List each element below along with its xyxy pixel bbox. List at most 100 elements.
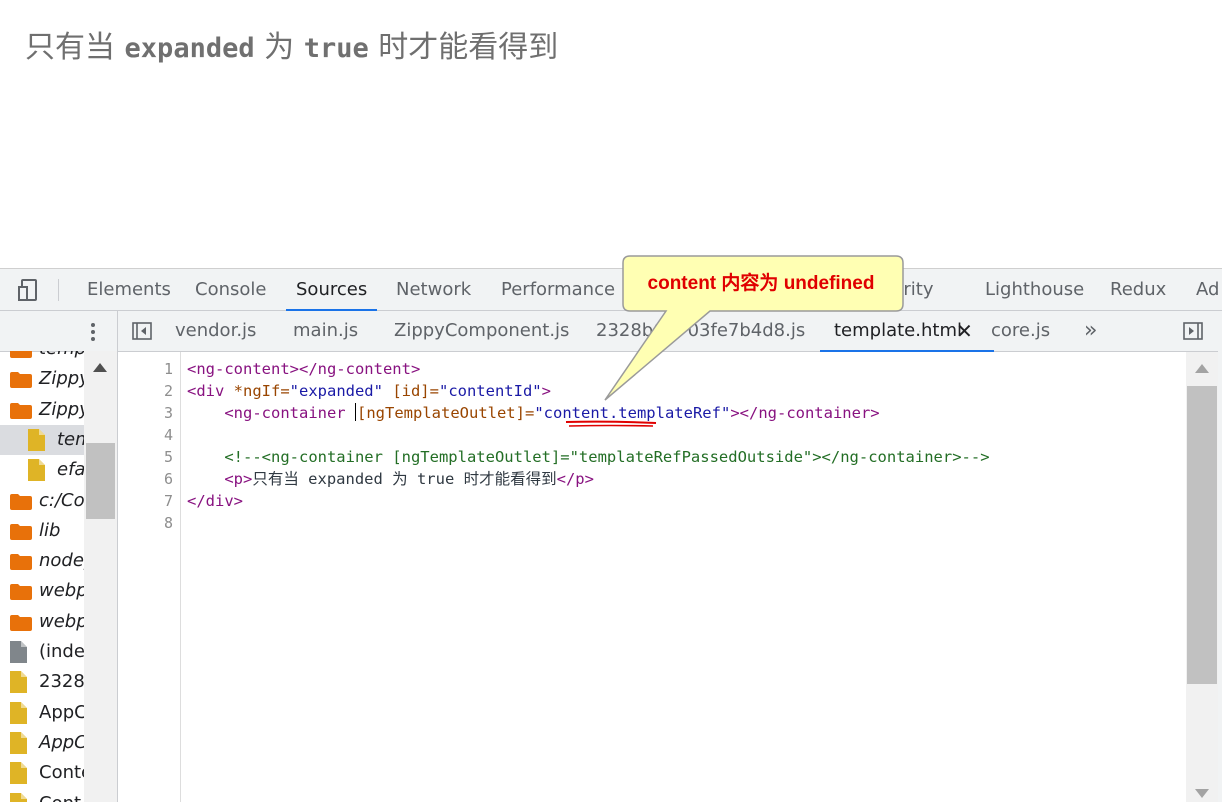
nav-item-label: AppC [39, 732, 84, 753]
nav-tree-item[interactable]: webp [0, 607, 84, 637]
nav-tree-item[interactable]: Zippy [0, 395, 84, 425]
text-cursor [355, 403, 356, 421]
file-tab-vendor[interactable]: vendor.js [175, 311, 256, 351]
line-number[interactable]: 8 [164, 512, 173, 534]
devtools-panel: Elements Console Sources Network Perform… [0, 268, 1222, 802]
folder-icon [10, 584, 32, 600]
folder-icon [10, 403, 32, 419]
nav-item-label: Cont [39, 789, 81, 802]
folder-icon [10, 494, 32, 510]
nav-tree-item[interactable]: Cont [0, 789, 84, 802]
file-tab-template[interactable]: template.html [820, 311, 994, 352]
folder-icon [10, 351, 32, 358]
panel-edge [1218, 311, 1222, 802]
toggle-navigator-icon[interactable] [132, 322, 152, 340]
scroll-down-arrow-icon[interactable] [1195, 789, 1209, 798]
nav-tree-item[interactable]: tem [0, 425, 84, 455]
file-icon [10, 702, 27, 724]
nav-item-label: temp [39, 351, 84, 364]
nav-tree-item[interactable]: c:/Coc [0, 486, 84, 516]
nav-item-label: lib [39, 520, 61, 541]
more-options-icon[interactable] [88, 321, 98, 343]
line-number[interactable]: 7 [164, 490, 173, 512]
file-icon [28, 459, 45, 481]
file-tab-bundle[interactable]: 2328b02··03fe7b4d8.js [596, 311, 805, 351]
code-line-3: <ng-container [ngTemplateOutlet]="conten… [224, 403, 880, 422]
line-number-gutter: 1 2 3 4 5 6 7 8 [118, 352, 181, 802]
file-tab-core[interactable]: core.js [991, 311, 1050, 351]
file-icon [10, 671, 27, 693]
close-tab-icon[interactable]: ✕ [956, 311, 973, 351]
tab-network[interactable]: Network [396, 269, 471, 310]
tab-adblock[interactable]: Ad [1196, 269, 1219, 310]
scroll-up-arrow-icon[interactable] [1195, 364, 1209, 373]
nav-item-label: Conte [39, 762, 84, 783]
line-number[interactable]: 4 [164, 424, 173, 446]
line-number[interactable]: 6 [164, 468, 173, 490]
tab-sources[interactable]: Sources [285, 269, 378, 311]
nav-item-label: tem [57, 429, 84, 450]
file-tab-zippy[interactable]: ZippyComponent.js [394, 311, 569, 351]
nav-tree-item[interactable]: lib [0, 516, 84, 546]
nav-item-label: webp [39, 580, 84, 601]
nav-item-label: Zippy [39, 368, 84, 389]
nav-item-label: webp [39, 611, 84, 632]
tab-lighthouse[interactable]: Lighthouse [985, 269, 1084, 310]
folder-icon [10, 524, 32, 540]
scrollbar-thumb[interactable] [86, 443, 115, 519]
toggle-debugger-icon[interactable] [1183, 322, 1203, 340]
devtools-main-tabbar: Elements Console Sources Network Perform… [0, 269, 1222, 311]
nav-tree-item[interactable]: efa [0, 455, 84, 485]
editor-tabbar: vendor.js main.js ZippyComponent.js 2328… [118, 311, 1222, 352]
code-line-6: <p>只有当 expanded 为 true 时才能看得到</p> [224, 470, 594, 488]
tab-performance[interactable]: Performance [501, 269, 615, 310]
navigator-header [0, 311, 117, 352]
code-line-2: <div *ngIf="expanded" [id]="contentId"> [187, 382, 551, 400]
line-number[interactable]: 1 [164, 358, 173, 380]
file-icon [10, 732, 27, 754]
line-number[interactable]: 3 [164, 402, 173, 424]
code-line-7: </div> [187, 492, 243, 510]
page-heading: 只有当 expanded 为 true 时才能看得到 [25, 30, 559, 65]
nav-item-label: node_ [39, 550, 84, 571]
tab-elements[interactable]: Elements [87, 269, 171, 310]
nav-tree-item[interactable]: (index [0, 637, 84, 667]
navigator-scrollbar[interactable] [84, 351, 117, 802]
nav-item-label: efa [57, 459, 84, 480]
editor-scrollbar[interactable] [1186, 352, 1218, 802]
code-line-1: <ng-content></ng-content> [187, 360, 421, 378]
line-number[interactable]: 5 [164, 446, 173, 468]
device-toolbar-icon[interactable] [17, 278, 41, 302]
file-icon [28, 429, 45, 451]
nav-tree-item[interactable]: AppC [0, 728, 84, 758]
nav-tree-item[interactable]: webp [0, 576, 84, 606]
folder-icon [10, 372, 32, 388]
nav-tree-item[interactable]: temp [0, 351, 84, 364]
file-icon [10, 641, 27, 663]
scrollbar-thumb[interactable] [1187, 386, 1217, 684]
code-line-5: <!--<ng-container [ngTemplateOutlet]="te… [187, 448, 990, 466]
nav-tree-item[interactable]: AppC [0, 698, 84, 728]
sources-navigator: temp Zippy Zippy tem efa c:/Coc lib node_webp we… [0, 311, 118, 802]
nav-item-label: 2328b [39, 671, 84, 692]
nav-tree-item[interactable]: Zippy [0, 364, 84, 394]
line-number[interactable]: 2 [164, 380, 173, 402]
file-tree: temp Zippy Zippy tem efa c:/Coc lib node_webp we… [0, 351, 84, 802]
folder-icon [10, 554, 32, 570]
nav-tree-item[interactable]: node_ [0, 546, 84, 576]
red-underline-annotation [565, 420, 657, 427]
nav-item-label: Zippy [39, 399, 84, 420]
tabbar-divider [58, 279, 59, 301]
more-tabs-icon[interactable]: » [1084, 311, 1097, 351]
folder-icon [10, 615, 32, 631]
nav-tree-item[interactable]: Conte [0, 758, 84, 788]
tab-redux[interactable]: Redux [1110, 269, 1166, 310]
callout-text: content 内容为 undefined [647, 273, 875, 294]
file-tab-main[interactable]: main.js [293, 311, 358, 351]
scroll-up-arrow-icon[interactable] [93, 363, 107, 372]
tab-console[interactable]: Console [195, 269, 266, 310]
file-icon [10, 762, 27, 784]
nav-tree-item[interactable]: 2328b [0, 667, 84, 697]
nav-item-label: c:/Coc [39, 490, 84, 511]
nav-item-label: (index [39, 641, 84, 662]
